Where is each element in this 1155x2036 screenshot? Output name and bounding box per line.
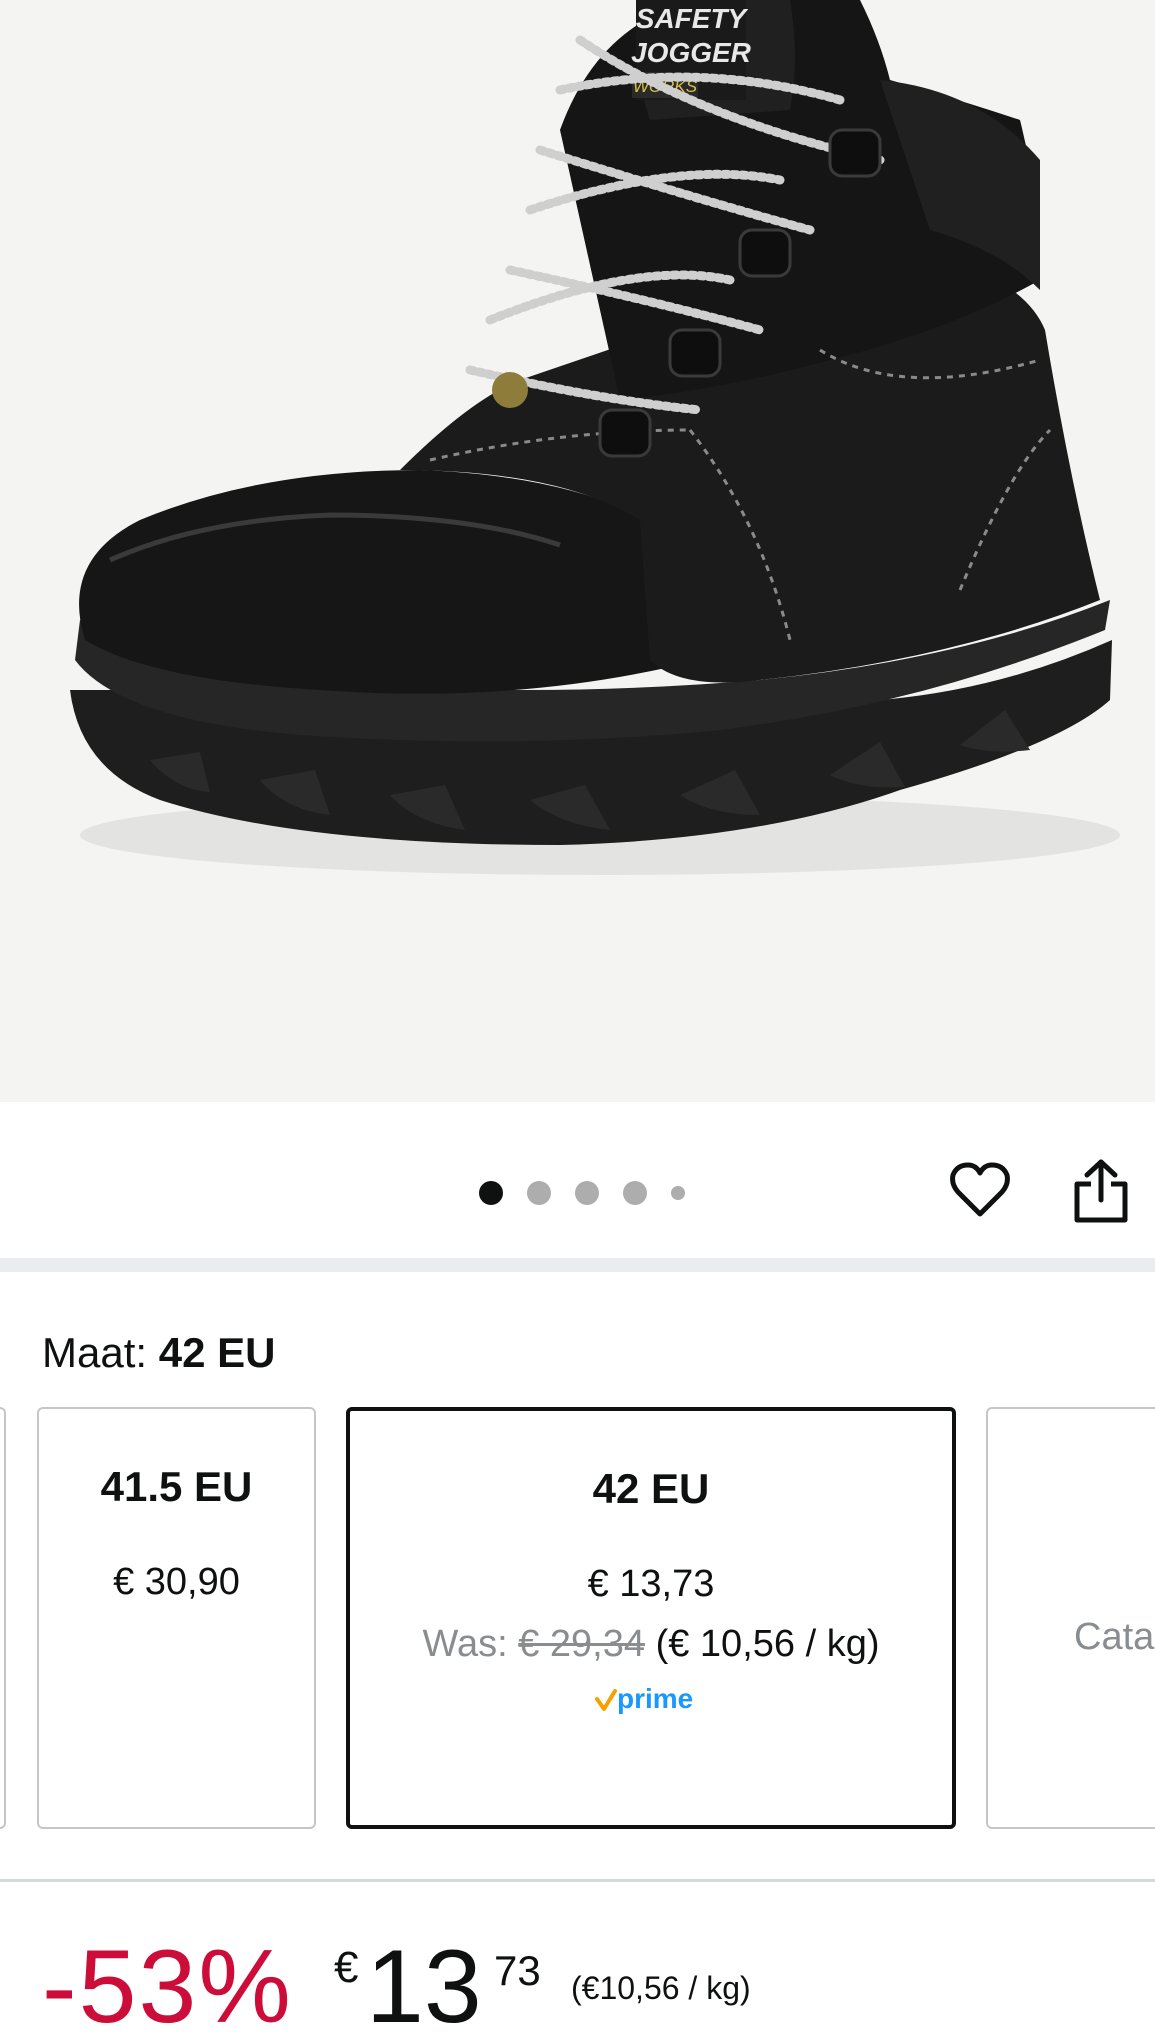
unit-price: (€ 10,56 / kg) (655, 1623, 880, 1665)
product-detail-page: SAFETY JOGGER WORKS Maat: 42 EU 41.5 EU … (0, 0, 1155, 2036)
size-option-price: € 13,73 (587, 1563, 715, 1605)
carousel-dot-1[interactable] (479, 1181, 503, 1205)
was-label: Was: (422, 1623, 508, 1665)
size-selector-label: Maat: 42 EU (42, 1326, 275, 1380)
carousel-dot-3[interactable] (575, 1181, 599, 1205)
product-image[interactable]: SAFETY JOGGER WORKS (0, 0, 1155, 1102)
was-price: € 29,34 (518, 1623, 646, 1665)
carousel-dot-4[interactable] (623, 1181, 647, 1205)
size-option-42-selected[interactable]: 42 EU € 13,73 Was: € 29,34 (€ 10,56 / kg… (346, 1407, 956, 1829)
discount-percentage: -53% (42, 1929, 293, 2036)
price-whole: 13 (366, 1929, 482, 2036)
brand-label-line2: JOGGER (631, 37, 752, 68)
boot-illustration: SAFETY JOGGER WORKS (70, 0, 1120, 875)
prime-text: prime (617, 1683, 693, 1714)
size-option-41-5[interactable]: 41.5 EU € 30,90 (37, 1407, 316, 1829)
share-icon[interactable] (1071, 1158, 1131, 1224)
size-option-label: 42 EU (592, 1465, 710, 1512)
section-divider (0, 1258, 1155, 1272)
size-option-previous[interactable] (0, 1407, 6, 1829)
brand-label-line1: SAFETY (636, 3, 749, 34)
selected-size-value: 42 EU (158, 1329, 276, 1376)
prime-logo-icon: prime (595, 1683, 693, 1714)
price-divider (0, 1879, 1155, 1882)
size-option-price: € 30,90 (113, 1561, 240, 1603)
price-per-unit: (€10,56 / kg) (571, 1970, 751, 2006)
size-option-status: Cata (1074, 1616, 1155, 1658)
prime-badge: prime (350, 1679, 952, 1719)
size-option-label: 41.5 EU (100, 1463, 253, 1510)
carousel-dots (479, 1181, 685, 1205)
price-fraction: 73 (494, 1947, 541, 1994)
heart-outline-icon[interactable] (949, 1160, 1011, 1222)
carousel-dot-5[interactable] (671, 1186, 685, 1200)
carousel-dot-2[interactable] (527, 1181, 551, 1205)
price-currency: € (334, 1943, 359, 1992)
was-price-line: Was: € 29,34 (€ 10,56 / kg) (330, 1619, 972, 1669)
size-label-text: Maat: (42, 1329, 148, 1376)
